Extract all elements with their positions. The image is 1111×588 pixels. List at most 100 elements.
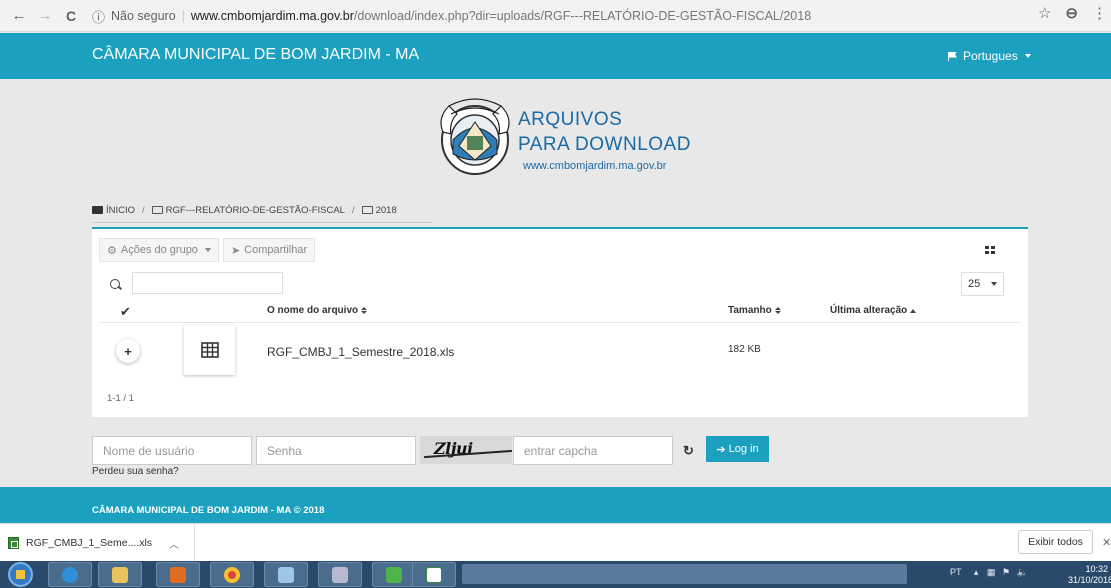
share-button[interactable]: ➤ Compartilhar <box>222 238 316 262</box>
windows-taskbar: PT ▴ ▦ ⚑ 🔈 10:32 31/10/2018 <box>0 561 1111 588</box>
logo-line-2: PARA DOWNLOAD <box>518 134 691 155</box>
forgot-password-link[interactable]: Perdeu sua senha? <box>92 466 179 477</box>
excel-file-icon <box>8 537 19 549</box>
logo-url: www.cmbomjardim.ma.gov.br <box>523 160 667 172</box>
tray-expand-icon[interactable]: ▴ <box>974 567 979 577</box>
url-path: /download/index.php?dir=uploads/RGF---RE… <box>353 9 812 23</box>
account-icon[interactable]: ⊖ <box>1065 4 1078 22</box>
download-shelf: RGF_CMBJ_1_Seme....xls ︿ Exibir todos ✕ <box>0 523 1111 562</box>
show-all-downloads-button[interactable]: Exibir todos <box>1018 530 1093 554</box>
municipal-seal-icon <box>440 98 510 175</box>
column-header-size-label: Tamanho <box>728 305 772 316</box>
language-indicator[interactable]: PT <box>950 567 961 577</box>
caret-down-icon <box>991 282 997 286</box>
system-tray: PT ▴ ▦ ⚑ 🔈 <box>950 567 1028 578</box>
captcha-field[interactable] <box>513 436 673 465</box>
caret-down-icon <box>204 248 211 252</box>
breadcrumb-2018[interactable]: 2018 <box>361 204 397 216</box>
column-header-size[interactable]: Tamanho <box>728 305 781 316</box>
network-icon[interactable]: ▦ <box>987 567 996 577</box>
folder-open-icon <box>361 206 373 214</box>
breadcrumb: ÍNICIO / RGF---RELATÓRIO-DE-GESTÃO-FISCA… <box>92 199 397 221</box>
search-input[interactable] <box>132 272 283 294</box>
bookmark-star-icon[interactable]: ☆ <box>1038 4 1051 22</box>
breadcrumb-divider: / <box>351 204 355 216</box>
column-header-modified-label: Última alteração <box>830 305 908 316</box>
site-logo: ARQUIVOS PARA DOWNLOAD www.cmbomjardim.m… <box>430 96 720 186</box>
language-label: Portugues <box>963 49 1018 63</box>
clock-time: 10:32 <box>1085 564 1108 574</box>
chrome-taskbar-icon[interactable] <box>210 562 254 587</box>
ie-taskbar-icon[interactable] <box>48 562 92 587</box>
breadcrumb-home[interactable]: ÍNICIO <box>92 205 135 216</box>
paint-taskbar-icon[interactable] <box>264 562 308 587</box>
password-field[interactable] <box>256 436 416 465</box>
grid-view-icon[interactable] <box>985 246 995 254</box>
flag-tray-icon[interactable]: ⚑ <box>1002 567 1010 577</box>
caret-down-icon <box>1024 54 1031 58</box>
username-field[interactable] <box>92 436 252 465</box>
start-button-icon[interactable] <box>8 562 33 587</box>
breadcrumb-home-label: ÍNICIO <box>106 204 136 216</box>
volume-icon[interactable]: 🔈 <box>1017 567 1028 577</box>
download-item[interactable]: RGF_CMBJ_1_Seme....xls ︿ <box>0 524 195 562</box>
reload-icon[interactable]: C <box>60 5 82 27</box>
file-toolbar: ⚙ Ações do grupo ➤ Compartilhar <box>99 238 316 262</box>
breadcrumb-2018-label: 2018 <box>375 204 397 216</box>
breadcrumb-rgf-label: RGF---RELATÓRIO-DE-GESTÃO-FISCAL <box>165 204 345 216</box>
search-icon <box>110 279 120 289</box>
share-label: Compartilhar <box>244 244 308 256</box>
language-dropdown[interactable]: Portugues <box>948 49 1031 63</box>
footer-copyright: CÂMARA MUNICIPAL DE BOM JARDIM - MA © 20… <box>92 505 325 516</box>
site-title[interactable]: CÂMARA MUNICIPAL DE BOM JARDIM - MA <box>92 46 419 64</box>
gear-icon: ⚙ <box>107 244 117 257</box>
browser-menu-icon[interactable]: ⋮ <box>1092 4 1107 22</box>
folder-open-icon <box>151 206 163 214</box>
back-icon[interactable]: ← <box>8 5 30 27</box>
group-actions-label: Ações do grupo <box>120 244 198 256</box>
chevron-up-icon[interactable]: ︿ <box>169 536 179 551</box>
tools-taskbar-icon[interactable] <box>318 562 362 587</box>
outlook-taskbar-icon[interactable] <box>156 562 200 587</box>
sort-icon <box>774 307 781 314</box>
per-page-select[interactable]: 25 <box>961 272 1004 296</box>
sort-ascending-icon <box>910 308 917 313</box>
download-file-name: RGF_CMBJ_1_Seme....xls <box>26 537 153 549</box>
column-header-name[interactable]: O nome do arquivo <box>267 305 368 316</box>
spreadsheet-taskbar-icon[interactable] <box>412 562 456 587</box>
pagination-info: 1-1 / 1 <box>107 393 134 404</box>
group-actions-button[interactable]: ⚙ Ações do grupo <box>99 238 219 262</box>
forward-icon[interactable]: → <box>34 5 56 27</box>
system-clock[interactable]: 10:32 31/10/2018 <box>1068 564 1111 586</box>
per-page-value: 25 <box>968 278 981 290</box>
file-panel: ⚙ Ações do grupo ➤ Compartilhar 25 ✔ O n… <box>92 227 1028 417</box>
login-button[interactable]: ➔ Log in <box>706 436 769 462</box>
file-size: 182 KB <box>728 344 761 355</box>
info-icon[interactable]: ⓘ <box>92 7 105 26</box>
captcha-image: Zljui <box>420 436 512 464</box>
file-thumbnail[interactable] <box>184 325 235 375</box>
file-name-link[interactable]: RGF_CMBJ_1_Semestre_2018.xls <box>267 345 454 359</box>
flag-icon <box>948 51 959 61</box>
column-header-modified[interactable]: Última alteração <box>830 305 917 316</box>
app-taskbar-icon[interactable] <box>372 562 416 587</box>
breadcrumb-underline <box>92 222 432 223</box>
sort-icon <box>361 307 368 314</box>
spreadsheet-icon <box>200 342 219 358</box>
select-all-check-icon[interactable]: ✔ <box>120 304 131 320</box>
reload-glyph: C <box>65 7 77 24</box>
security-label: Não seguro <box>111 9 176 23</box>
taskbar-window-button[interactable] <box>462 564 907 584</box>
address-bar[interactable]: ⓘ Não seguro | www.cmbomjardim.ma.gov.br… <box>92 4 1032 28</box>
refresh-captcha-icon[interactable]: ↻ <box>683 443 694 459</box>
address-separator: | <box>181 9 185 23</box>
breadcrumb-rgf[interactable]: RGF---RELATÓRIO-DE-GESTÃO-FISCAL <box>151 204 345 216</box>
sign-in-icon: ➔ <box>716 443 726 456</box>
url-host: www.cmbomjardim.ma.gov.br <box>190 9 354 23</box>
add-select-button[interactable]: + <box>116 339 140 363</box>
paper-plane-icon: ➤ <box>230 244 241 257</box>
breadcrumb-divider: / <box>142 204 145 216</box>
explorer-taskbar-icon[interactable] <box>98 562 142 587</box>
close-shelf-icon[interactable]: ✕ <box>1102 536 1111 549</box>
column-header-name-label: O nome do arquivo <box>267 305 359 316</box>
